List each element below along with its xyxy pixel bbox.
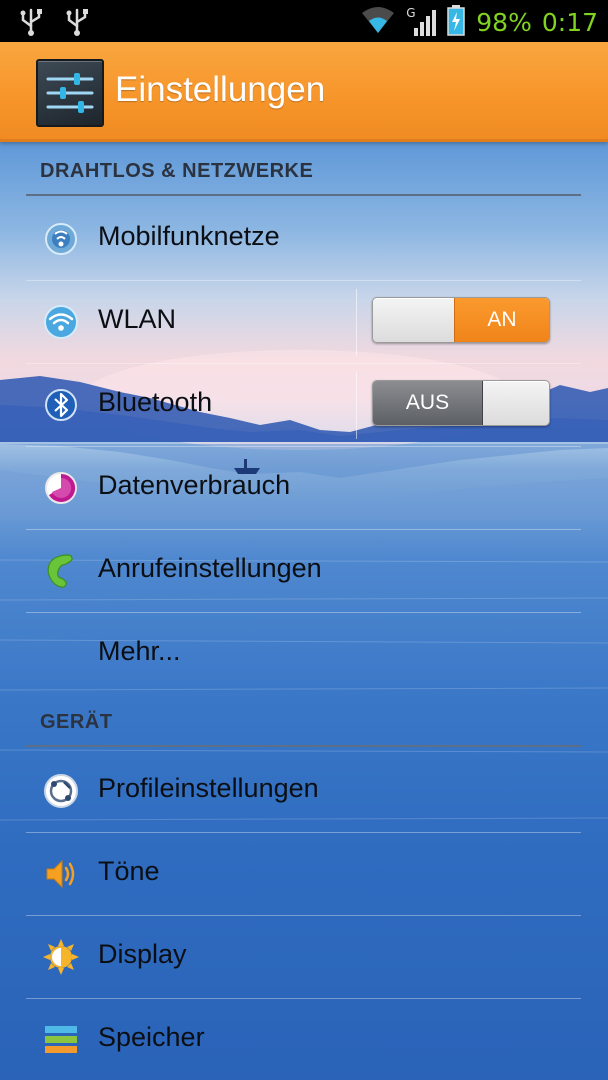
settings-item-label: Display (98, 939, 187, 969)
clock: 0:17 (541, 7, 598, 37)
bluetooth-toggle[interactable]: AUS (372, 380, 550, 426)
settings-item-call-settings[interactable]: Anrufeinstellungen (0, 530, 608, 613)
settings-item-label: Datenverbrauch (98, 470, 291, 500)
settings-item-sounds[interactable]: Töne (0, 833, 608, 916)
settings-item-data-usage[interactable]: Datenverbrauch (0, 447, 608, 530)
phone-icon (42, 552, 80, 590)
battery-charging-icon (446, 4, 466, 40)
settings-item-label: Mobilfunknetze (98, 221, 280, 251)
status-bar: G 98% 0:17 (0, 0, 608, 42)
settings-item-bluetooth[interactable]: Bluetooth AUS (0, 364, 608, 447)
settings-item-profiles[interactable]: Profileinstellungen (0, 750, 608, 833)
settings-item-display[interactable]: Display (0, 916, 608, 999)
storage-icon (42, 1021, 80, 1059)
settings-item-mobile-networks[interactable]: Mobilfunknetze (0, 198, 608, 281)
settings-sliders-icon[interactable] (36, 59, 104, 127)
cell-signal-icon: G (406, 6, 437, 38)
speaker-icon (42, 855, 80, 893)
profiles-icon (42, 772, 80, 810)
section-header-device: GERÄT (40, 711, 113, 733)
settings-item-label: Profileinstellungen (98, 773, 319, 803)
section-header-wireless: DRAHTLOS & NETZWERKE (40, 160, 314, 182)
settings-item-wlan[interactable]: WLAN AN (0, 281, 608, 364)
usb-icon (18, 6, 44, 40)
battery-percent: 98% (476, 7, 532, 37)
settings-item-more[interactable]: Mehr... (0, 613, 608, 696)
usb-icon (64, 6, 90, 40)
settings-item-label: Töne (98, 856, 160, 886)
wifi-icon (42, 303, 80, 341)
settings-item-label: Mehr... (98, 636, 181, 666)
wlan-toggle[interactable]: AN (372, 297, 550, 343)
toggle-separator (356, 289, 357, 356)
settings-item-label: Speicher (98, 1022, 205, 1052)
toggle-separator (356, 372, 357, 439)
page-title: Einstellungen (115, 70, 326, 109)
settings-item-label: Anrufeinstellungen (98, 553, 322, 583)
settings-item-label: Bluetooth (98, 387, 213, 417)
brightness-icon (42, 938, 80, 976)
action-bar: Einstellungen (0, 42, 608, 142)
bluetooth-icon (42, 386, 80, 424)
mobile-network-icon (42, 220, 80, 258)
toggle-off-label: AUS (373, 381, 483, 425)
section-divider (26, 194, 581, 196)
data-usage-icon (42, 469, 80, 507)
settings-item-label: WLAN (98, 304, 177, 334)
settings-item-storage[interactable]: Speicher (0, 999, 608, 1080)
toggle-on-label: AN (454, 298, 549, 342)
section-divider (26, 745, 581, 747)
wifi-signal-icon (360, 5, 396, 39)
